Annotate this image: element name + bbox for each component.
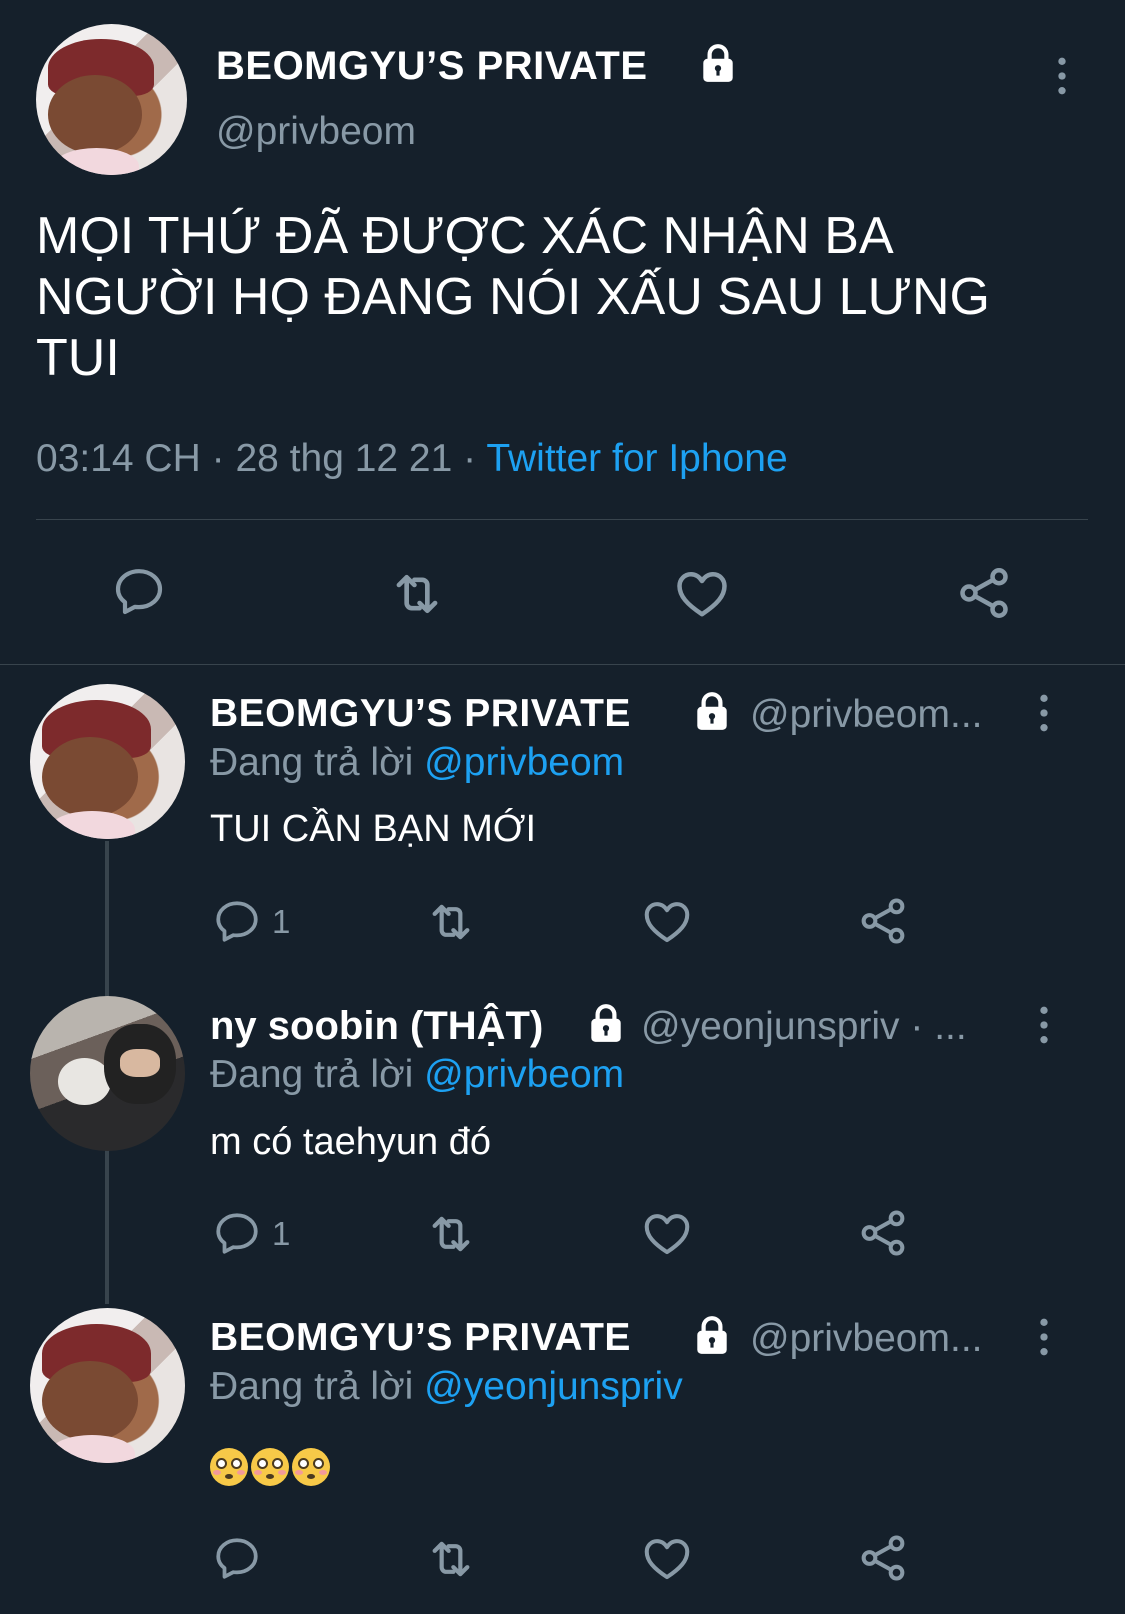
lock-icon [697, 42, 739, 84]
replying-label: Đang trả lời [210, 1053, 414, 1096]
display-name[interactable]: BEOMGYU’S PRIVATE [210, 1316, 631, 1360]
retweet-icon[interactable] [423, 894, 479, 950]
divider [0, 664, 1125, 665]
handle[interactable]: @yeonjunspriv · ... [641, 1005, 967, 1049]
retweet-icon[interactable] [386, 563, 448, 625]
like-icon[interactable] [640, 1531, 694, 1585]
mention-link[interactable]: @yeonjunspriv [424, 1365, 683, 1408]
reply-text: TUI CẦN BẠN MỚI [210, 808, 537, 850]
lock-icon [585, 1002, 627, 1044]
mention-link[interactable]: @privbeom [424, 741, 624, 784]
reply-count: 1 [272, 903, 291, 940]
display-name[interactable]: BEOMGYU’S PRIVATE [210, 692, 631, 736]
like-icon[interactable] [672, 563, 732, 623]
replying-to: Đang trả lời @privbeom [210, 1053, 624, 1097]
handle[interactable]: @privbeom... [750, 1317, 983, 1361]
reply-count: 1 [272, 1215, 291, 1252]
date: 28 thg 12 21 [235, 437, 453, 480]
avatar[interactable] [30, 996, 185, 1151]
avatar[interactable] [30, 684, 185, 839]
reply-text: m có taehyun đó [210, 1121, 491, 1163]
share-icon[interactable] [856, 894, 910, 948]
display-name[interactable]: ny soobin (THẬT) [210, 1004, 543, 1049]
divider [36, 519, 1088, 520]
replying-label: Đang trả lời [210, 741, 414, 784]
separator: · [211, 437, 225, 480]
handle[interactable]: @privbeom [216, 110, 416, 154]
flushed-face-emoji [251, 1448, 289, 1486]
flushed-face-emoji [210, 1448, 248, 1486]
retweet-icon[interactable] [423, 1531, 479, 1587]
like-icon[interactable] [640, 894, 694, 948]
more-vertical-icon[interactable] [1034, 1315, 1054, 1359]
timestamp: 03:14 CH [36, 437, 201, 480]
lock-icon [691, 1314, 733, 1356]
reply-icon[interactable] [212, 1533, 262, 1583]
tweet-meta: 03:14 CH · 28 thg 12 21 · Twitter for Ip… [36, 437, 788, 481]
more-vertical-icon[interactable] [1052, 54, 1072, 98]
share-icon[interactable] [954, 563, 1014, 623]
reply-emoji [210, 1448, 333, 1496]
reply-icon[interactable] [212, 1208, 262, 1258]
retweet-icon[interactable] [423, 1206, 479, 1262]
share-icon[interactable] [856, 1206, 910, 1260]
source-link[interactable]: Twitter for Iphone [486, 437, 787, 480]
avatar[interactable] [36, 24, 187, 175]
replying-label: Đang trả lời [210, 1365, 414, 1408]
tweet-text: MỌI THỨ ĐÃ ĐƯỢC XÁC NHẬN BA NGƯỜI HỌ ĐAN… [36, 207, 1004, 387]
handle[interactable]: @privbeom... [750, 693, 983, 737]
flushed-face-emoji [292, 1448, 330, 1486]
display-name[interactable]: BEOMGYU’S PRIVATE [216, 44, 648, 89]
share-icon[interactable] [856, 1531, 910, 1585]
more-vertical-icon[interactable] [1034, 1003, 1054, 1047]
replying-to: Đang trả lời @privbeom [210, 741, 624, 785]
more-vertical-icon[interactable] [1034, 691, 1054, 735]
mention-link[interactable]: @privbeom [424, 1053, 624, 1096]
main-tweet: BEOMGYU’S PRIVATE @privbeom MỌI THỨ ĐÃ Đ… [0, 0, 1125, 665]
like-icon[interactable] [640, 1206, 694, 1260]
replying-to: Đang trả lời @yeonjunspriv [210, 1365, 683, 1409]
reply-icon[interactable] [111, 563, 167, 619]
separator: · [463, 437, 477, 480]
avatar[interactable] [30, 1308, 185, 1463]
lock-icon [691, 690, 733, 732]
reply-icon[interactable] [212, 896, 262, 946]
